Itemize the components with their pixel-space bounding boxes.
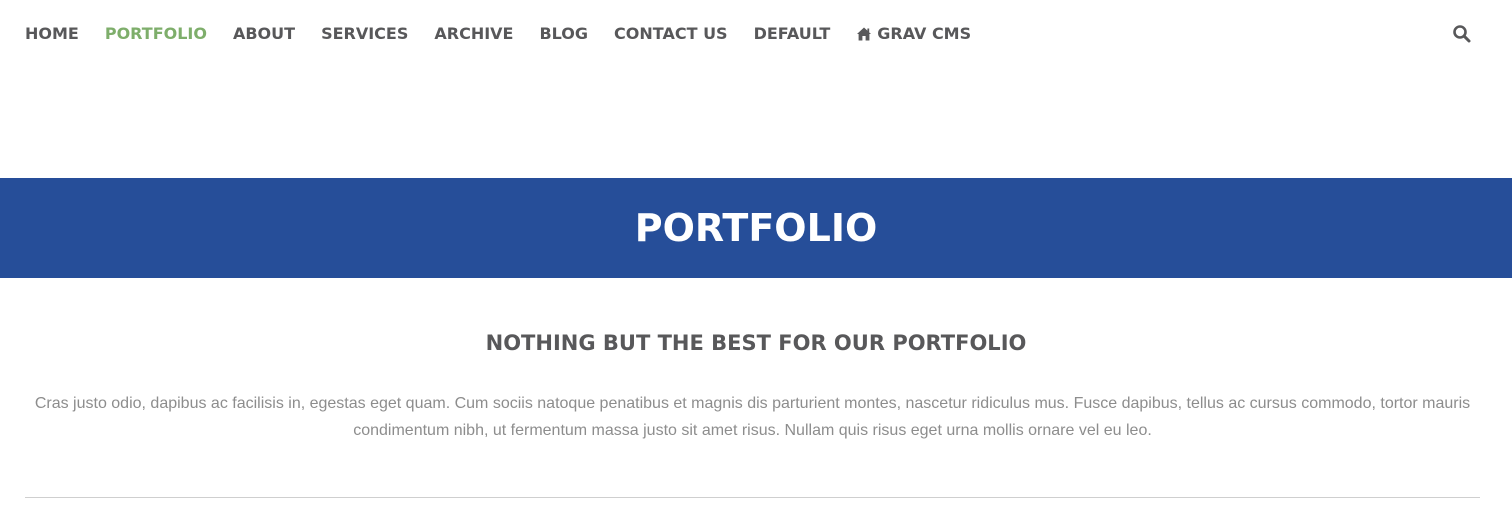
intro-paragraph: Cras justo odio, dapibus ac facilisis in… (34, 395, 1471, 439)
nav-item-about[interactable]: ABOUT (233, 24, 295, 44)
search-icon (1452, 25, 1472, 48)
nav-item-grav-cms[interactable]: GRAV CMS (856, 24, 971, 44)
nav-item-label: CONTACT US (614, 24, 728, 43)
nav-item-contact-us[interactable]: CONTACT US (614, 24, 728, 44)
nav-item-label: BLOG (539, 24, 589, 43)
section-divider (25, 497, 1480, 498)
top-navigation: HOME PORTFOLIO ABOUT SERVICES ARCHIVE BL… (0, 0, 1512, 68)
nav-item-label: ARCHIVE (434, 24, 514, 43)
nav-item-label: SERVICES (321, 24, 409, 43)
home-icon (856, 26, 872, 42)
nav-item-label: ABOUT (232, 24, 296, 43)
nav-item-portfolio[interactable]: PORTFOLIO (105, 24, 207, 44)
nav-item-label: GRAV CMS (877, 24, 972, 43)
nav-item-blog[interactable]: BLOG (539, 24, 588, 44)
nav-item-archive[interactable]: ARCHIVE (434, 24, 513, 44)
nav-menu: HOME PORTFOLIO ABOUT SERVICES ARCHIVE BL… (25, 24, 997, 44)
page-title: PORTFOLIO (634, 206, 878, 250)
section-heading: NOTHING BUT THE BEST FOR OUR PORTFOLIO (485, 331, 1027, 355)
nav-item-label: DEFAULT (753, 24, 831, 43)
nav-item-label: HOME (25, 24, 79, 43)
nav-item-services[interactable]: SERVICES (321, 24, 408, 44)
nav-item-home[interactable]: HOME (25, 24, 79, 44)
search-button[interactable] (1452, 24, 1472, 44)
hero-banner: PORTFOLIO (0, 178, 1512, 278)
nav-item-default[interactable]: DEFAULT (754, 24, 831, 44)
nav-item-label: PORTFOLIO (104, 24, 207, 43)
